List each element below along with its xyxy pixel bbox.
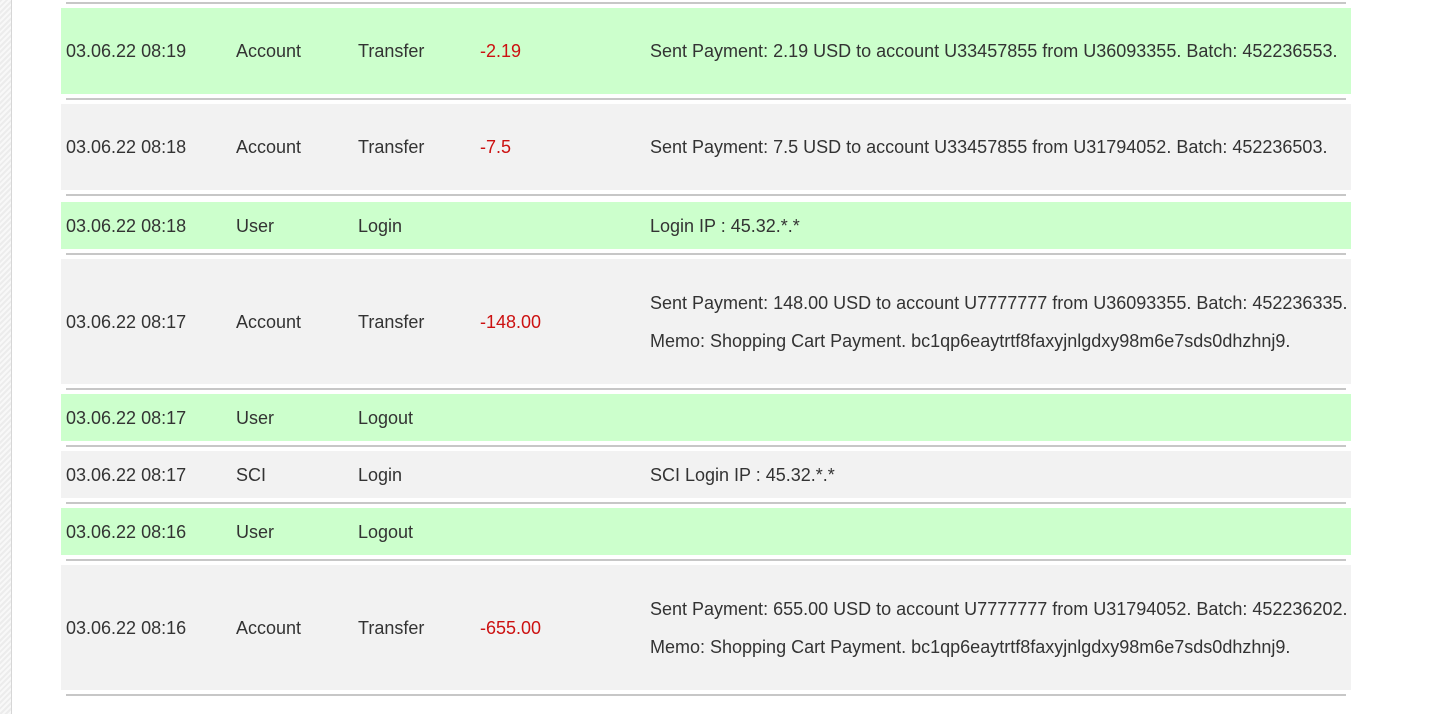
history-row: 03.06.22 08:17 Account Transfer -148.00 … (61, 259, 1351, 384)
row-amount: -2.19 (480, 41, 522, 61)
row-description: Login IP : 45.32.*.* (650, 215, 800, 236)
history-row: 03.06.22 08:16 User Logout (61, 508, 1351, 555)
row-category: Account (236, 137, 302, 157)
row-date: 03.06.22 08:17 (66, 464, 187, 485)
history-row: 03.06.22 08:16 Account Transfer -655.00 … (61, 565, 1351, 690)
row-action: Transfer (358, 137, 425, 157)
row-amount: -148.00 (480, 311, 542, 332)
history-row: 03.06.22 08:18 Account Transfer -7.5 Sen… (61, 104, 1351, 190)
row-date: 03.06.22 08:18 (66, 215, 187, 236)
row-description: Sent Payment: 655.00 USD to account U777… (650, 598, 1348, 657)
row-action: Logout (358, 407, 414, 428)
row-amount: -655.00 (480, 617, 542, 638)
transaction-history-list: 03.06.22 08:19 Account Transfer -2.19 Se… (61, 0, 1351, 696)
history-row: 03.06.22 08:17 User Logout (61, 394, 1351, 441)
history-row: 03.06.22 08:18 User Login Login IP : 45.… (61, 202, 1351, 249)
row-action: Transfer (358, 41, 425, 61)
row-category: Account (236, 617, 302, 638)
row-description: Sent Payment: 7.5 USD to account U334578… (650, 137, 1328, 157)
row-action: Logout (358, 521, 414, 542)
row-description: SCI Login IP : 45.32.*.* (650, 464, 835, 485)
row-category: SCI (236, 464, 267, 485)
row-category: User (236, 407, 275, 428)
row-category: User (236, 215, 275, 236)
row-description: Sent Payment: 148.00 USD to account U777… (650, 292, 1348, 351)
row-action: Transfer (358, 311, 425, 332)
history-row: 03.06.22 08:19 Account Transfer -2.19 Se… (61, 8, 1351, 94)
row-description: Sent Payment: 2.19 USD to account U33457… (650, 41, 1338, 61)
row-date: 03.06.22 08:17 (66, 311, 187, 332)
row-action: Login (358, 464, 403, 485)
row-date: 03.06.22 08:17 (66, 407, 187, 428)
row-date: 03.06.22 08:16 (66, 617, 187, 638)
row-separator (66, 694, 1346, 696)
row-amount: -7.5 (480, 137, 512, 157)
row-category: Account (236, 311, 302, 332)
row-date: 03.06.22 08:18 (66, 137, 187, 157)
page-left-border (0, 0, 12, 714)
row-category: Account (236, 41, 302, 61)
row-category: User (236, 521, 275, 542)
row-date: 03.06.22 08:19 (66, 41, 187, 61)
history-row: 03.06.22 08:17 SCI Login SCI Login IP : … (61, 451, 1351, 498)
row-action: Transfer (358, 617, 425, 638)
row-date: 03.06.22 08:16 (66, 521, 187, 542)
row-action: Login (358, 215, 403, 236)
